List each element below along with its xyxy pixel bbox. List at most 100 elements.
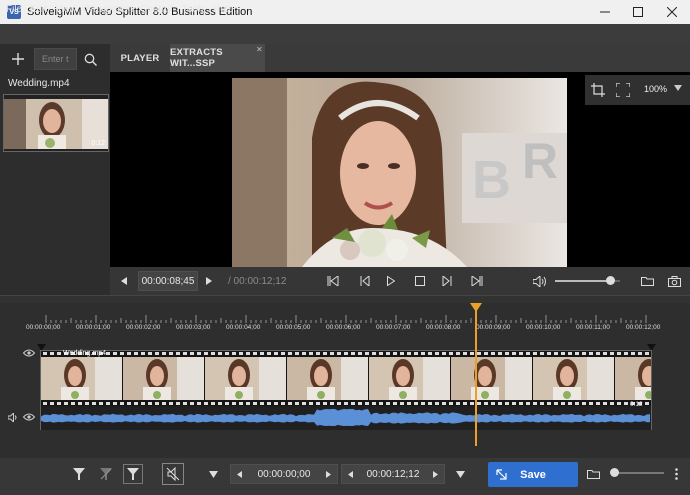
ruler-tick-label: 00:00:09;00 (476, 324, 511, 331)
next-frame-button[interactable] (437, 272, 457, 290)
ruler-tick-label: 00:00:10;00 (526, 324, 561, 331)
volume-button[interactable] (530, 272, 550, 290)
video-image: B R (232, 78, 567, 267)
search-icon (84, 53, 97, 66)
ruler-tick-label: 00:00:01;00 (76, 324, 111, 331)
zoom-level[interactable]: 100% (644, 84, 667, 94)
start-time-value: 00:00:00;00 (257, 468, 311, 480)
playhead-line[interactable] (475, 303, 477, 446)
mute-segment-button[interactable] (162, 463, 184, 485)
arrow-right-icon (326, 471, 331, 478)
ruler-tick-label: 00:00:02;00 (126, 324, 161, 331)
add-marker-button[interactable] (70, 465, 88, 483)
fullscreen-button[interactable] (614, 81, 632, 99)
ruler-tick-label: 00:00:12;00 (626, 324, 661, 331)
file-thumbnail[interactable]: 0:12 (3, 94, 109, 152)
save-button[interactable]: Save (488, 462, 578, 487)
audio-track-mute-button[interactable] (6, 411, 20, 423)
open-folder-button[interactable] (637, 272, 657, 290)
mute-icon (166, 467, 180, 481)
ruler-tick-label: 00:00:05;00 (276, 324, 311, 331)
play-icon (387, 276, 395, 286)
prev-marker-button[interactable] (323, 272, 343, 290)
playhead-handle[interactable] (470, 303, 482, 316)
time-back-button[interactable] (114, 272, 134, 290)
tab-player[interactable]: PLAYER (110, 44, 170, 72)
arrow-left-icon (237, 471, 242, 478)
video-track-duration: 0:12 (630, 401, 643, 408)
marker-settings-button[interactable] (123, 464, 143, 484)
zoom-slider-handle[interactable] (610, 468, 619, 477)
next-marker-button[interactable] (467, 272, 487, 290)
menu-view[interactable]: View (55, 4, 77, 15)
time-forward-button[interactable] (199, 272, 219, 290)
add-file-button[interactable] (5, 48, 30, 70)
play-button[interactable] (381, 272, 401, 290)
menu-help[interactable]: Help (213, 4, 234, 15)
menu-control[interactable]: Control (140, 4, 172, 15)
video-track-visibility-button[interactable] (22, 347, 36, 359)
start-marker-dropdown[interactable] (206, 466, 220, 482)
svg-text:B: B (472, 150, 511, 210)
folder-icon (640, 277, 654, 286)
menu-edit[interactable]: Edit (30, 4, 47, 15)
arrow-left-icon (121, 277, 127, 285)
chevron-down-icon (208, 470, 218, 478)
step-back-icon (360, 276, 370, 286)
step-forward-icon (442, 276, 452, 286)
crop-button[interactable] (589, 81, 607, 99)
ruler-tick-label: 00:00:03;00 (176, 324, 211, 331)
menu-file[interactable]: File (6, 4, 22, 15)
svg-text:R: R (522, 133, 558, 189)
arrow-right-icon (433, 471, 438, 478)
video-track-filmstrip[interactable] (41, 351, 651, 406)
search-input[interactable]: Enter t (34, 48, 77, 70)
fullscreen-icon (616, 83, 630, 97)
speaker-icon (533, 275, 546, 287)
more-options-button[interactable] (670, 466, 682, 482)
prev-frame-button[interactable] (355, 272, 375, 290)
tab-close-icon[interactable]: ✕ (256, 45, 263, 54)
end-time-field[interactable]: 00:00:12;12 (341, 464, 445, 484)
close-button[interactable] (655, 0, 689, 24)
eye-icon (23, 349, 35, 357)
maximize-button[interactable] (621, 0, 655, 24)
stop-button[interactable] (410, 272, 430, 290)
chevron-down-icon (674, 85, 682, 91)
audio-track-visibility-button[interactable] (22, 411, 36, 423)
zoom-slider-track[interactable] (612, 472, 664, 474)
total-time: / 00:00:12;12 (228, 276, 287, 287)
output-folder-button[interactable] (584, 466, 602, 482)
video-frame: B R (232, 78, 567, 267)
menu-navigation[interactable]: Navigation (86, 4, 133, 15)
waveform-shape (41, 409, 650, 426)
ruler-tick-label: 00:00:06;00 (326, 324, 361, 331)
end-time-value: 00:00:12;12 (366, 468, 420, 480)
minimize-button[interactable] (588, 0, 622, 24)
ruler-tick-label: 00:00:04;00 (226, 324, 261, 331)
video-track-title: Wedding.mp4 (63, 350, 107, 357)
chevron-down-icon (455, 470, 465, 478)
stop-icon (415, 276, 425, 286)
panel-splitter[interactable] (0, 295, 690, 303)
plus-icon (11, 53, 24, 65)
remove-marker-button[interactable] (97, 465, 115, 483)
audio-waveform[interactable] (41, 408, 651, 430)
current-time[interactable]: 00:00:08;45 (138, 271, 198, 291)
end-marker-dropdown[interactable] (453, 466, 467, 482)
menu-tools[interactable]: Tools (182, 4, 205, 15)
volume-slider-fill (555, 280, 611, 282)
start-time-field[interactable]: 00:00:00;00 (230, 464, 338, 484)
eye-icon (23, 413, 35, 421)
funnel-edit-icon (127, 468, 139, 480)
ruler-tick-label: 00:00:11;00 (576, 324, 610, 331)
crop-icon (591, 83, 605, 97)
file-name-label: Wedding.mp4 (8, 78, 70, 89)
more-vertical-icon (674, 468, 678, 480)
zoom-dropdown[interactable] (672, 82, 684, 94)
tab-extracts[interactable]: EXTRACTS WIT...SSP (170, 44, 265, 72)
skip-back-icon (327, 276, 339, 286)
search-button[interactable] (78, 48, 103, 70)
camera-icon (667, 275, 681, 287)
snapshot-button[interactable] (664, 272, 684, 290)
